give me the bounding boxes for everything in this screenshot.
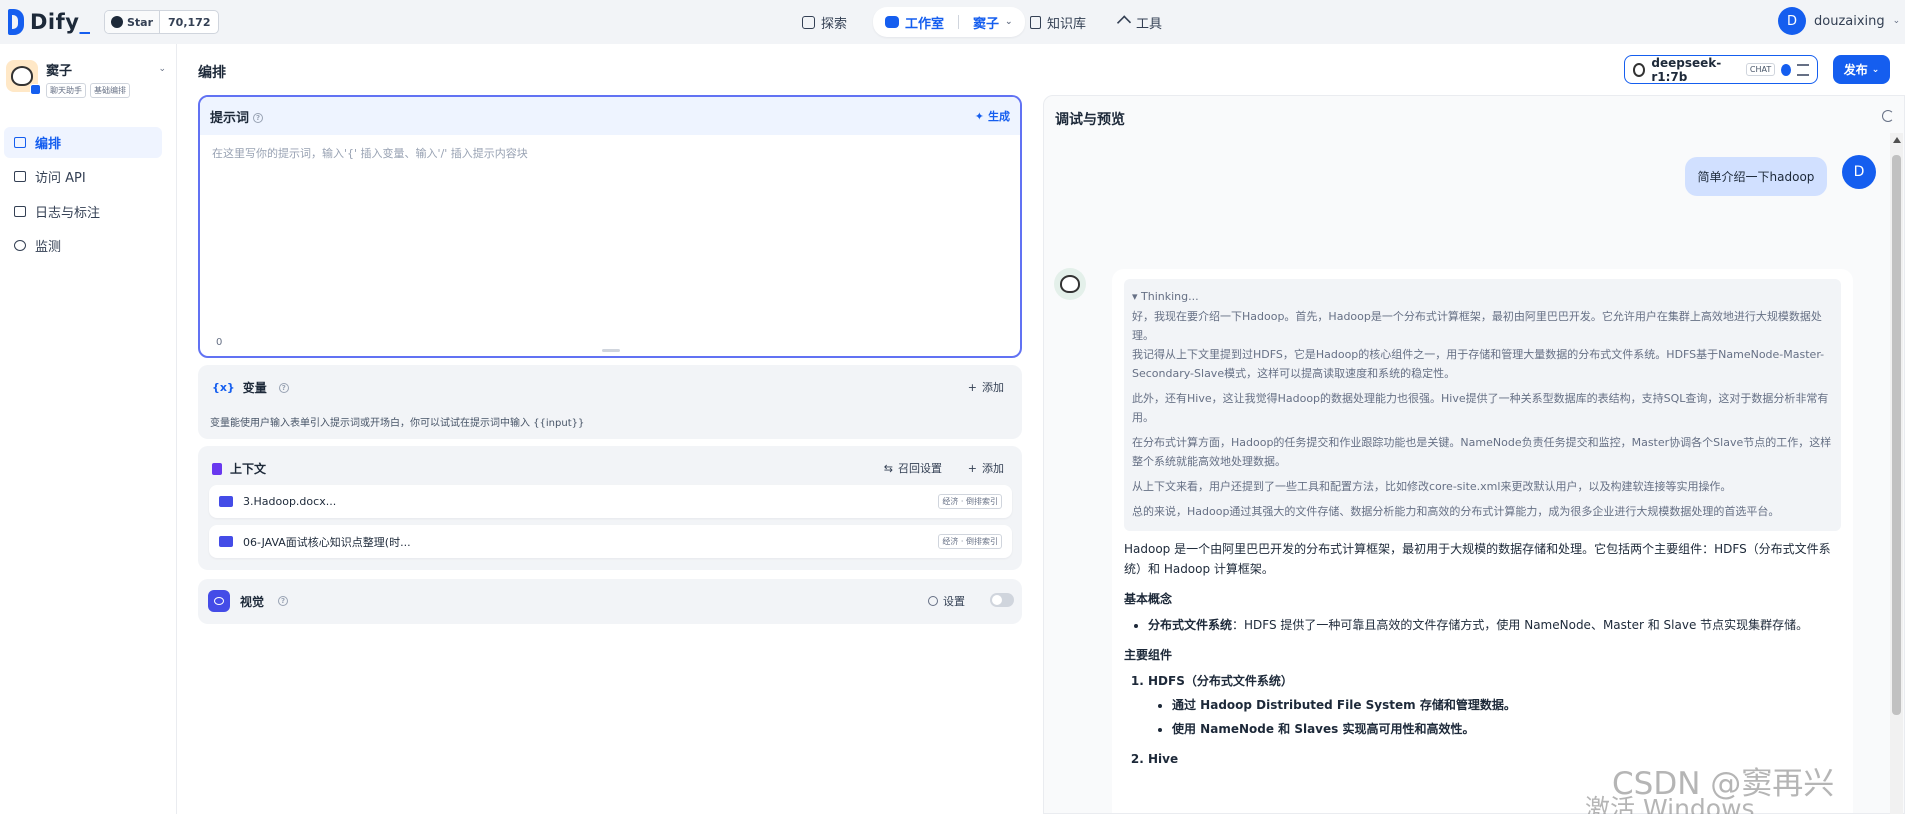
layout-icon [14,137,26,148]
sliders-icon[interactable] [1797,63,1809,76]
app-sidebar: 窦子 聊天助手 基础编排 ⌄ 编排 访问 API 日志与标注 监测 [0,44,177,814]
context-title: 上下文 [230,462,267,476]
plus-icon: + [967,461,977,475]
bot-answer: ▾ Thinking... 好，我现在要介绍一下Hadoop。首先，Hadoop… [1112,269,1853,813]
scrollbar[interactable] [1890,133,1903,814]
index-tag: 经济 · 倒排索引 [938,494,1002,509]
variable-icon: {x} [212,381,235,394]
model-logo-icon [1633,62,1646,77]
index-tag: 经济 · 倒排索引 [938,534,1002,549]
chevron-down-icon: ⌄ [1892,16,1901,26]
thinking-block[interactable]: ▾ Thinking... 好，我现在要介绍一下Hadoop。首先，Hadoop… [1124,279,1841,531]
generate-button[interactable]: ✦ 生成 [975,108,1010,124]
publish-button[interactable]: 发布 ⌄ [1833,55,1890,84]
sidebar-item-api[interactable]: 访问 API [4,161,162,192]
nav-explore[interactable]: 探索 [802,7,847,37]
user-name: douzaixing [1814,13,1885,29]
folder-icon [219,496,233,507]
triangle-down-icon: ▾ [1132,290,1142,303]
terminal-icon [14,171,26,182]
context-item[interactable]: 3.Hadoop.docx... 经济 · 倒排索引 [209,485,1012,518]
avatar: D [1842,155,1876,189]
nav-studio[interactable]: 工作室 窦子 ⌄ [873,7,1025,37]
plus-icon: + [967,380,977,394]
vision-card: 视觉 ? 设置 [198,579,1022,624]
settings-adjust-icon: ⇆ [883,461,893,475]
variables-title: 变量 [242,381,267,395]
chevron-down-icon[interactable]: ⌄ [158,64,166,74]
app-name: 窦子 [46,64,73,79]
resize-handle[interactable] [602,349,620,352]
help-icon: ? [278,382,289,393]
prompt-input[interactable]: 在这里写你的提示词，输入'{' 插入变量、输入'/' 插入提示内容块 [212,145,528,161]
debug-preview-panel: 调试与预览 简单介绍一下hadoop D ▾ Thinking... 好，我现在… [1043,95,1905,814]
scroll-up-icon[interactable] [1893,137,1901,143]
vision-capability-icon [1781,63,1792,76]
page-title: 编排 [198,65,226,81]
bot-avatar [1054,268,1086,300]
panda-icon [1060,275,1080,293]
star-count: 70,172 [168,15,211,29]
main-area: 编排 deepseek-r1:7b CHAT 发布 ⌄ 提示词? ✦ 生成 在这里… [177,44,1905,814]
file-list-icon [14,206,26,217]
avatar: D [1778,7,1806,35]
gear-icon [928,596,938,606]
prompt-char-count: 0 [216,337,223,348]
model-mode-badge: CHAT [1745,63,1776,76]
sidebar-item-orchestrate[interactable]: 编排 [4,127,162,158]
github-icon [111,16,123,28]
hammer-icon [1116,14,1132,30]
app-header[interactable]: 窦子 聊天助手 基础编排 ⌄ [6,60,166,98]
user-menu[interactable]: D douzaixing ⌄ [1778,7,1900,35]
add-variable-button[interactable]: + 添加 [968,379,1004,395]
dify-logo[interactable]: Dify_ [8,9,90,35]
app-mode-tag: 基础编排 [90,83,130,98]
context-item[interactable]: 06-JAVA面试核心知识点整理(时... 经济 · 倒排索引 [209,525,1012,558]
chevron-down-icon: ⌄ [1871,64,1880,75]
context-card: 上下文 ⇆ 召回设置 + 添加 3.Hadoop.docx... 经济 · 倒排索引… [198,446,1022,570]
sidebar-item-monitor[interactable]: 监测 [4,230,162,261]
compass-icon [802,15,815,29]
model-selector[interactable]: deepseek-r1:7b CHAT [1624,55,1818,84]
app-avatar [6,60,41,95]
robot-icon [885,16,899,28]
book-icon [1030,15,1041,29]
eye-icon [208,590,230,612]
nav-tools[interactable]: 工具 [1116,7,1162,37]
dify-logo-icon [8,9,24,35]
monitor-icon [14,240,26,251]
folder-icon [219,536,233,547]
add-context-button[interactable]: + 添加 [968,460,1004,476]
prompt-header: 提示词? ✦ 生成 [200,97,1020,135]
chat-badge-icon [30,84,41,95]
document-icon [212,462,222,475]
app-type-tag: 聊天助手 [46,83,86,98]
top-bar: Dify_ Star 70,172 探索 工作室 窦子 ⌄ 知识库 工具 D d… [0,0,1905,44]
help-icon: ? [253,113,264,123]
nav-knowledge[interactable]: 知识库 [1030,7,1086,37]
answer-body: Hadoop 是一个由阿里巴巴开发的分布式计算框架，最初用于大规模的数据存储和处… [1124,531,1841,769]
user-message: 简单介绍一下hadoop [1685,157,1827,196]
variables-description: 变量能使用户输入表单引入提示词或开场白，你可以试试在提示词中输入 {{input… [210,418,585,429]
recall-settings-button[interactable]: ⇆ 召回设置 [884,460,942,476]
vision-title: 视觉 [240,594,265,609]
prompt-title: 提示词? [210,107,264,126]
model-name: deepseek-r1:7b [1651,55,1722,84]
debug-title: 调试与预览 [1055,112,1125,128]
scrollbar-thumb[interactable] [1892,155,1901,715]
sidebar-item-logs[interactable]: 日志与标注 [4,196,162,227]
help-icon: ? [278,596,289,606]
refresh-icon[interactable] [1882,110,1894,122]
windows-activation-watermark: 激活 Windows [1585,794,1755,814]
prompt-editor: 提示词? ✦ 生成 在这里写你的提示词，输入'{' 插入变量、输入'/' 插入提示… [198,95,1022,358]
variables-card: {x} 变量 ? + 添加 变量能使用户输入表单引入提示词或开场白，你可以试试在提… [198,365,1022,439]
panda-icon [11,66,33,86]
studio-app-switcher[interactable]: 窦子 [973,13,999,32]
sparkle-icon: ✦ [974,109,984,123]
github-star-button[interactable]: Star 70,172 [104,10,220,34]
vision-toggle[interactable] [990,593,1014,607]
vision-settings-button[interactable]: 设置 [928,593,965,609]
chevron-down-icon: ⌄ [1005,17,1013,27]
